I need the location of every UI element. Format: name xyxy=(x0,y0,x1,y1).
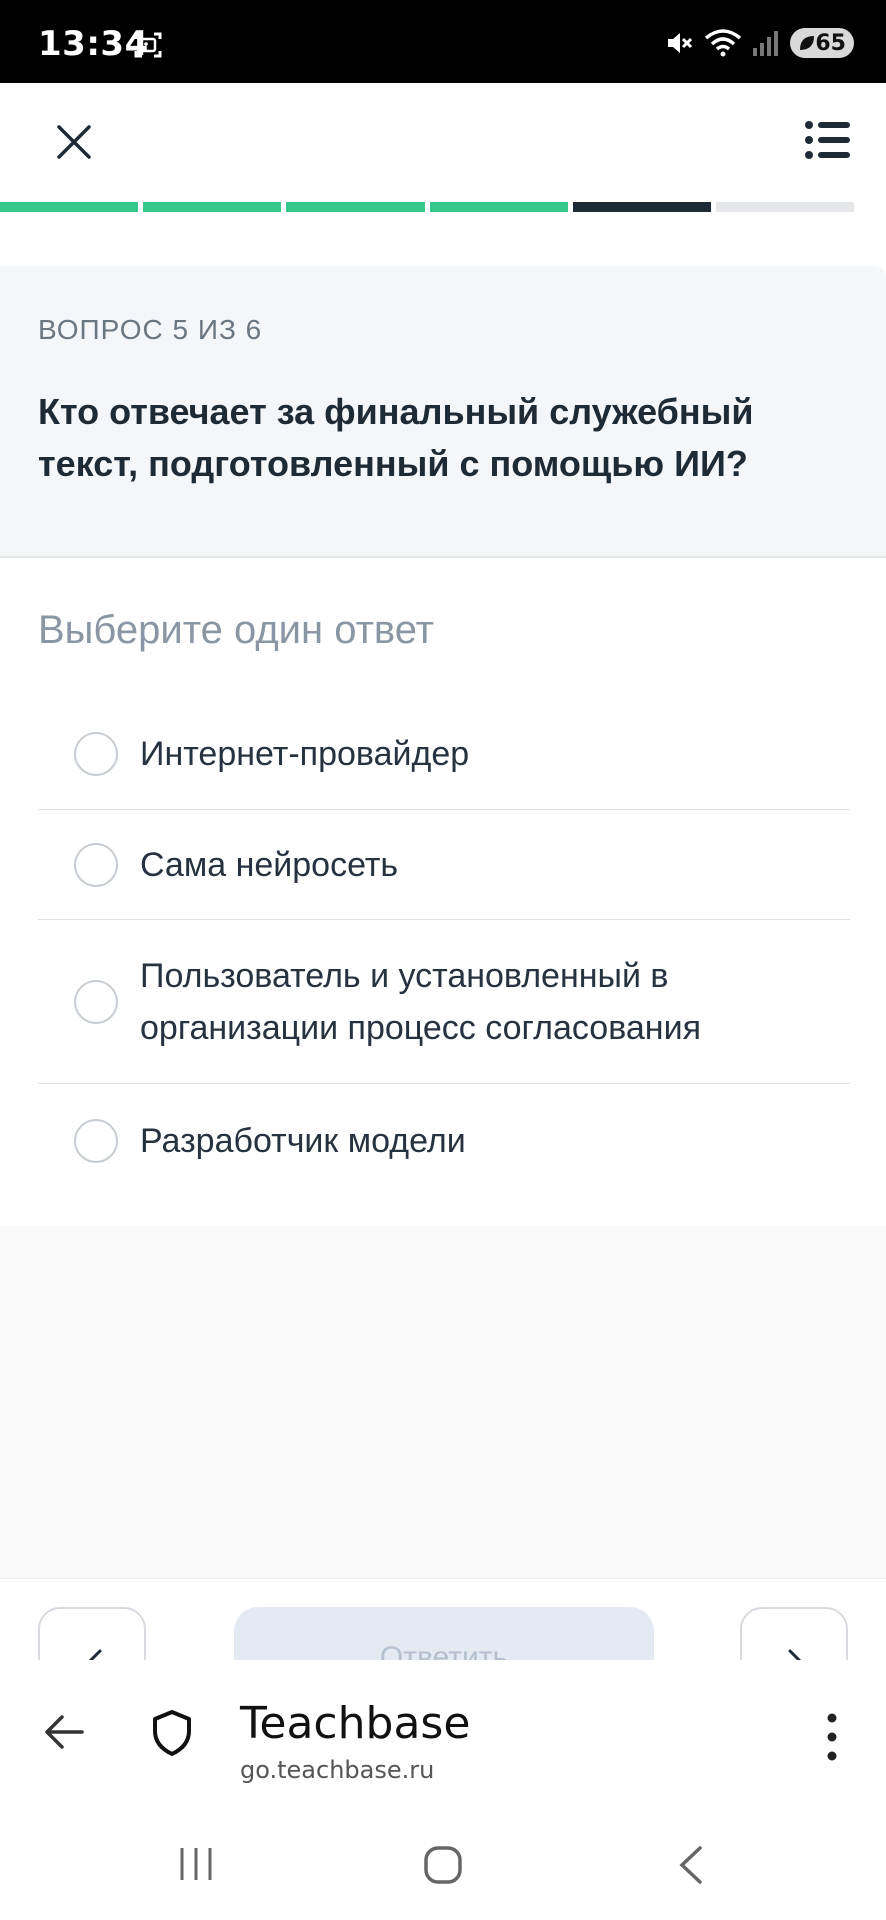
battery-indicator: 65 xyxy=(790,28,854,58)
radio-button[interactable] xyxy=(74,1119,118,1163)
more-options-icon[interactable] xyxy=(822,1712,842,1762)
progress-segment-done xyxy=(143,202,282,212)
battery-level: 65 xyxy=(815,30,846,56)
close-icon xyxy=(57,125,91,159)
power-saving-icon xyxy=(800,36,814,50)
site-url[interactable]: go.teachbase.ru xyxy=(240,1756,434,1784)
status-bar: 13:34 65 xyxy=(0,0,886,83)
answer-option-label: Интернет-провайдер xyxy=(140,734,470,773)
progress-segment-todo xyxy=(715,202,855,212)
screenshot-icon xyxy=(134,32,162,58)
quiz-action-bar: Ответить xyxy=(0,1578,886,1660)
questions-list-button[interactable] xyxy=(804,119,852,167)
empty-content-area xyxy=(0,1226,886,1578)
progress-segment-current xyxy=(572,202,711,212)
system-nav-bar xyxy=(0,1806,886,1920)
submit-answer-button[interactable]: Ответить xyxy=(234,1607,654,1660)
list-menu-icon xyxy=(805,121,850,159)
back-nav-icon[interactable] xyxy=(676,1844,706,1886)
app-header xyxy=(0,83,886,201)
progress-segment-done xyxy=(286,202,425,212)
progress-segment-done xyxy=(0,202,139,212)
answer-option-label: Пользователь и установленный в организац… xyxy=(140,956,701,1047)
answer-options: Интернет-провайдер Сама нейросеть Пользо… xyxy=(38,698,850,1198)
answer-option[interactable]: Сама нейросеть xyxy=(38,810,850,920)
question-text: Кто отвечает за финальный служебный текс… xyxy=(38,391,754,484)
answer-instruction: Выберите один ответ xyxy=(38,608,434,652)
browser-bar: Teachbase go.teachbase.ru xyxy=(0,1660,886,1806)
answer-option-label: Разработчик модели xyxy=(140,1122,466,1160)
wifi-icon xyxy=(704,29,742,57)
answers-section: Выберите один ответ Интернет-провайдер С… xyxy=(0,558,886,1226)
answer-option[interactable]: Пользователь и установленный в организац… xyxy=(38,920,850,1084)
question-card: ВОПРОС 5 ИЗ 6 Кто отвечает за финальный … xyxy=(0,266,886,558)
signal-icon xyxy=(753,31,778,56)
answer-option[interactable]: Интернет-провайдер xyxy=(38,698,850,810)
question-counter: ВОПРОС 5 ИЗ 6 xyxy=(38,314,263,345)
radio-button[interactable] xyxy=(74,731,118,776)
recent-apps-icon[interactable] xyxy=(176,1844,216,1884)
radio-button[interactable] xyxy=(74,842,118,887)
question-progress xyxy=(0,202,855,212)
close-button[interactable] xyxy=(50,118,98,166)
mute-icon xyxy=(668,33,693,53)
chevron-left-icon xyxy=(88,1649,102,1660)
site-title[interactable]: Teachbase xyxy=(240,1698,470,1749)
progress-segment-done xyxy=(429,202,568,212)
next-question-button[interactable] xyxy=(740,1607,848,1660)
answer-option[interactable]: Разработчик модели xyxy=(38,1084,850,1198)
chevron-right-icon xyxy=(788,1649,802,1660)
shield-icon[interactable] xyxy=(150,1708,194,1758)
radio-button[interactable] xyxy=(74,979,118,1024)
answer-option-label: Сама нейросеть xyxy=(140,845,399,884)
status-indicators: 65 xyxy=(664,26,854,60)
home-icon[interactable] xyxy=(422,1844,464,1886)
previous-question-button[interactable] xyxy=(38,1607,146,1660)
arrow-back-icon[interactable] xyxy=(42,1712,86,1752)
